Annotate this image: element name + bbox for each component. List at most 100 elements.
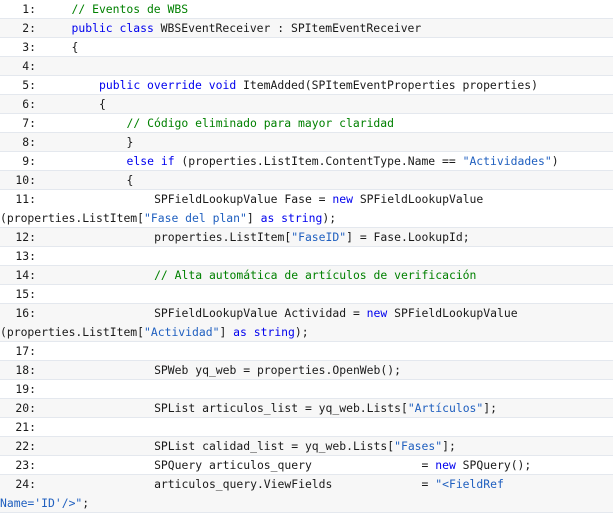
code-token: {: [99, 97, 106, 111]
code-token: // Eventos de WBS: [71, 2, 189, 16]
code-token: as string: [260, 211, 323, 225]
line-number: 15:: [15, 287, 36, 301]
code-text: SPList articulos_list = yq_web.Lists["Ar…: [154, 399, 613, 417]
code-token: new: [435, 458, 456, 472]
code-token: SPFieldLookupValue: [387, 306, 518, 320]
code-token: (properties.ListItem[: [0, 211, 145, 225]
code-line: 21:: [0, 418, 613, 437]
line-number: 23:: [15, 458, 36, 472]
code-text-wrapped: (properties.ListItem["Actividad"] as str…: [0, 323, 613, 341]
code-token: "Artículos": [407, 401, 484, 415]
code-text: {: [99, 95, 613, 113]
code-line: 5: public override void ItemAdded(SPItemE…: [0, 76, 613, 95]
code-line: 22: SPList calidad_list = yq_web.Lists["F…: [0, 437, 613, 456]
code-token: ): [551, 154, 559, 168]
code-token: new: [332, 192, 353, 206]
code-token: // Código eliminado para mayor claridad: [126, 116, 394, 130]
code-token: ]: [219, 325, 234, 339]
line-number: 14:: [15, 268, 36, 282]
line-number: 1:: [22, 2, 36, 16]
line-number: 18:: [15, 363, 36, 377]
code-token: ;: [82, 496, 90, 510]
code-text: SPFieldLookupValue Fase = new SPFieldLoo…: [154, 190, 613, 209]
code-line: 2: public class WBSEventReceiver : SPItem…: [0, 19, 613, 38]
code-token: SPFieldLookupValue Actividad =: [154, 306, 367, 320]
line-number: 4:: [22, 59, 36, 73]
code-line: 4:: [0, 57, 613, 76]
code-token: "Fases": [394, 439, 443, 453]
code-text: public override void ItemAdded(SPItemEve…: [99, 76, 613, 94]
code-text: articulos_query.ViewFields = "<FieldRef: [154, 475, 613, 494]
code-token: {: [126, 173, 134, 187]
line-number: 20:: [15, 401, 36, 415]
code-text: public class WBSEventReceiver : SPItemEv…: [71, 19, 613, 37]
code-token: "Actividades": [462, 154, 552, 168]
code-line: 8:}: [0, 133, 613, 152]
code-token: "FaseID": [291, 230, 347, 244]
code-token: WBSEventReceiver : SPItemEventReceiver: [153, 21, 422, 35]
code-token: ];: [442, 439, 456, 453]
code-line: 1: // Eventos de WBS: [0, 0, 613, 19]
code-line: 17:: [0, 342, 613, 361]
code-line: 6: {: [0, 95, 613, 114]
code-token: ItemAdded(SPItemEventProperties properti…: [236, 78, 538, 92]
code-line: 3: {: [0, 38, 613, 57]
code-token: SPWeb yq_web = properties.OpenWeb();: [154, 363, 401, 377]
code-line: 13:: [0, 247, 613, 266]
code-text: // Código eliminado para mayor claridad: [126, 114, 613, 132]
code-token: ]: [246, 211, 261, 225]
line-number: 9:: [22, 154, 36, 168]
line-number: 16:: [15, 306, 36, 320]
code-listing: 1: // Eventos de WBS 2: public class WBSEve…: [0, 0, 613, 513]
code-token: ];: [483, 401, 497, 415]
code-token: ] = Fase.LookupId;: [346, 230, 470, 244]
line-number: 7:: [22, 116, 36, 130]
line-number: 24:: [15, 477, 36, 491]
line-number: 8:: [22, 135, 36, 149]
line-number: 12:: [15, 230, 36, 244]
code-token: new: [366, 306, 388, 320]
line-number: 13:: [15, 249, 36, 263]
code-line: 10: {: [0, 171, 613, 190]
line-number: 6:: [22, 97, 36, 111]
code-token: "Actividad": [144, 325, 220, 339]
code-line: 12: properties.ListItem["FaseID"] = Fase.…: [0, 228, 613, 247]
line-number: 11:: [15, 192, 36, 206]
line-number: 17:: [15, 344, 36, 358]
line-number: 5:: [22, 78, 36, 92]
code-line: 23: SPQuery articulos_query = new SPQuery…: [0, 456, 613, 475]
code-token: );: [294, 325, 309, 339]
code-line: 9: else if (properties.ListItem.ContentTy…: [0, 152, 613, 171]
code-token: {: [71, 40, 79, 54]
code-text: {: [126, 171, 613, 189]
code-token: );: [322, 211, 337, 225]
code-text: // Alta automática de artículos de verif…: [154, 266, 613, 284]
code-text: SPFieldLookupValue Actividad = new SPFie…: [154, 304, 613, 323]
code-line: 18: SPWeb yq_web = properties.OpenWeb();: [0, 361, 613, 380]
code-line: 20: SPList articulos_list = yq_web.Lists[…: [0, 399, 613, 418]
line-number: 19:: [15, 382, 36, 396]
code-token: Name='ID'/>": [0, 496, 83, 510]
code-text: properties.ListItem["FaseID"] = Fase.Loo…: [154, 228, 613, 246]
code-line: 15:: [0, 285, 613, 304]
code-line: 24: articulos_query.ViewFields = "<FieldR…: [0, 475, 613, 513]
code-text: {: [71, 38, 613, 56]
code-token: (properties.ListItem.ContentType.Name ==: [174, 154, 463, 168]
code-text: SPList calidad_list = yq_web.Lists["Fase…: [154, 437, 613, 455]
code-token: SPList calidad_list = yq_web.Lists[: [154, 439, 395, 453]
code-token: SPFieldLookupValue Fase =: [154, 192, 333, 206]
code-text: else if (properties.ListItem.ContentType…: [126, 152, 613, 170]
code-token: public override void: [99, 78, 237, 92]
code-token: else if: [126, 154, 175, 168]
code-text: // Eventos de WBS: [71, 0, 613, 18]
code-text-wrapped: Name='ID'/>";: [0, 494, 613, 512]
code-token: as string: [233, 325, 295, 339]
code-token: SPQuery articulos_query =: [154, 458, 436, 472]
code-line: 7: // Código eliminado para mayor clarida…: [0, 114, 613, 133]
line-number: 3:: [22, 40, 36, 54]
code-token: public class: [71, 21, 154, 35]
code-text: SPQuery articulos_query = new SPQuery();: [154, 456, 613, 474]
line-number: 2:: [22, 21, 36, 35]
code-line: 11: SPFieldLookupValue Fase = new SPField…: [0, 190, 613, 228]
code-token: SPList articulos_list = yq_web.Lists[: [154, 401, 408, 415]
